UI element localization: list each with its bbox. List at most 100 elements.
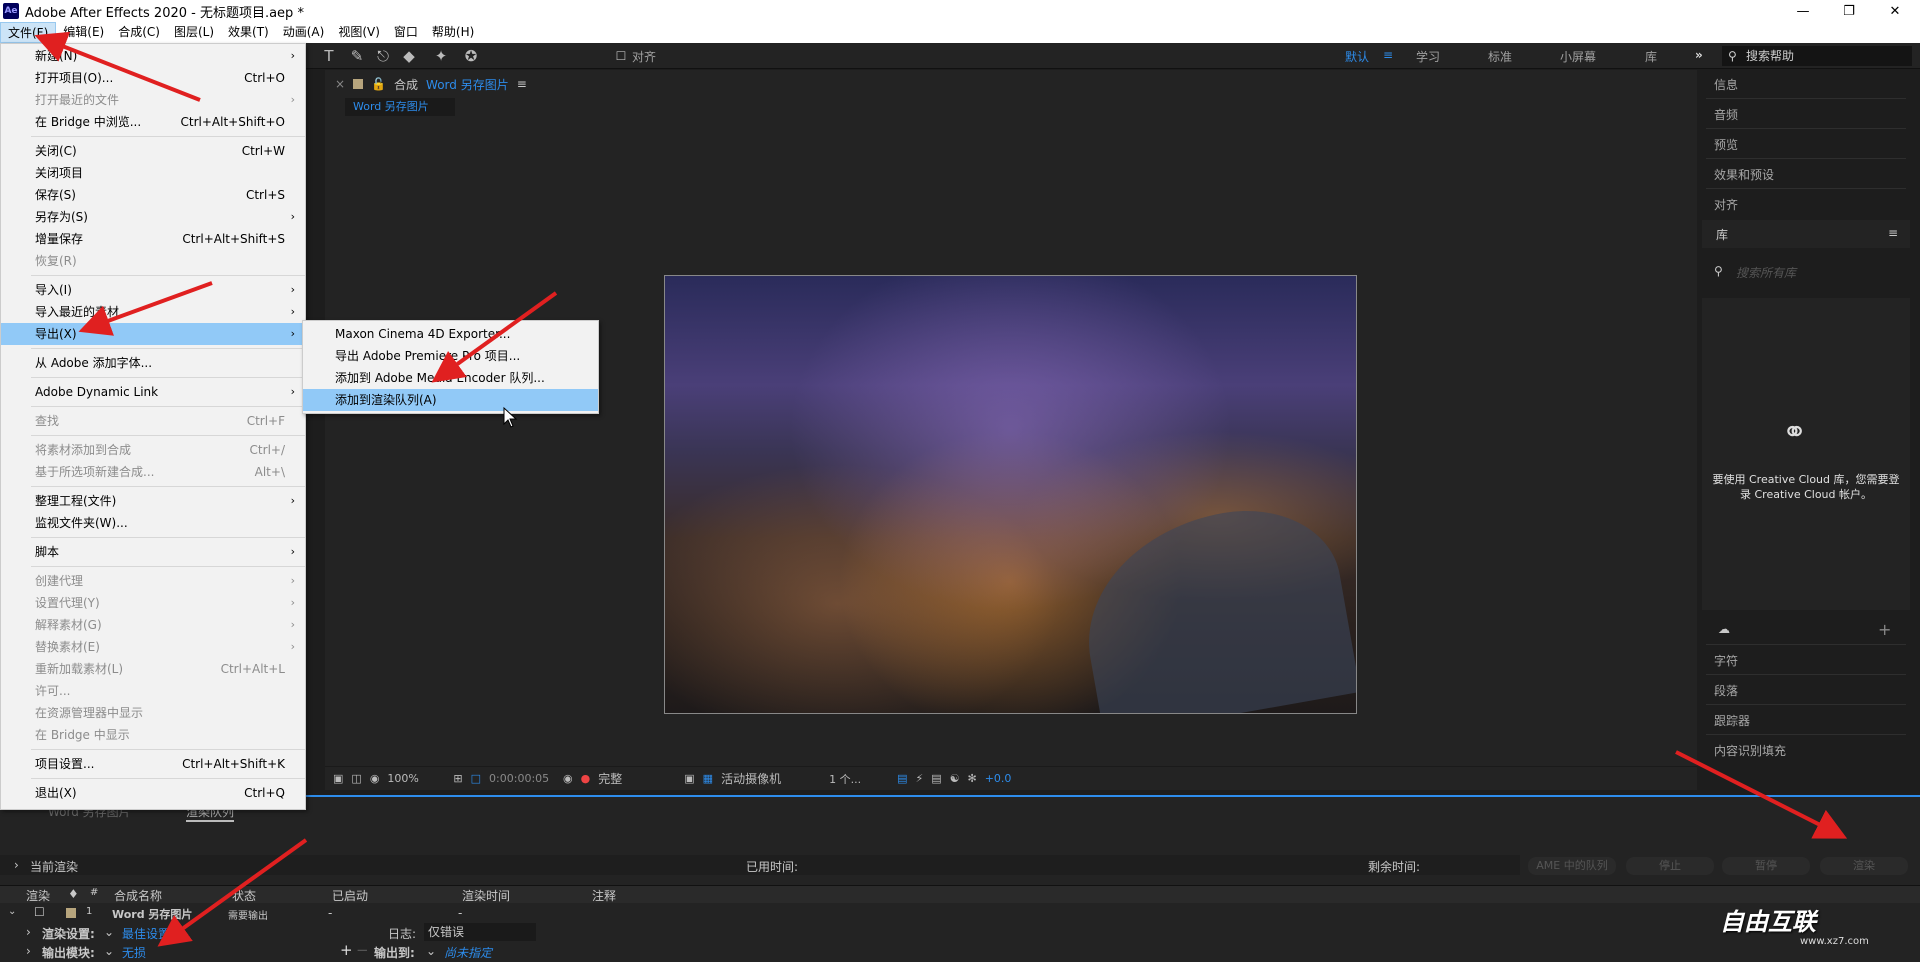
dropdown-icon[interactable]: ⌄: [104, 944, 114, 958]
menu-item[interactable]: 项目设置... Ctrl+Alt+Shift+K: [1, 753, 305, 775]
region-icon[interactable]: ⊞: [453, 772, 462, 785]
workspace-item[interactable]: 小屏幕: [1560, 48, 1596, 65]
flowchart-icon[interactable]: ☯: [950, 772, 960, 785]
render-button[interactable]: 渲染: [1820, 857, 1908, 875]
menu-item[interactable]: 替换素材(E) ›: [1, 636, 305, 658]
toggle-view-icon[interactable]: ▤: [897, 772, 907, 785]
mask-icon[interactable]: ◉: [370, 772, 380, 785]
resolution-select[interactable]: 完整: [598, 770, 676, 787]
log-select[interactable]: 仅错误: [424, 923, 536, 941]
menu-item[interactable]: 文件(F): [0, 22, 57, 43]
menu-item[interactable]: 许可...: [1, 680, 305, 702]
menu-item[interactable]: 重新加载素材(L) Ctrl+Alt+L: [1, 658, 305, 680]
tag-icon[interactable]: ♦: [68, 887, 79, 901]
close-button[interactable]: ✕: [1872, 0, 1918, 22]
menu-item[interactable]: 视图(V): [331, 22, 387, 43]
col-render[interactable]: 渲染: [26, 887, 50, 904]
timecode[interactable]: 0:00:00:05: [489, 772, 555, 785]
dropdown-icon[interactable]: ⌄: [104, 925, 114, 939]
menu-item[interactable]: 监视文件夹(W)...: [1, 512, 305, 534]
menu-item[interactable]: 查找 Ctrl+F: [1, 410, 305, 432]
menu-item[interactable]: 窗口: [387, 22, 425, 43]
menu-item[interactable]: 解释素材(G) ›: [1, 614, 305, 636]
queue-row[interactable]: ⌄ ☐ 1 Word 另存图片 需要输出 - -: [0, 905, 1920, 923]
menu-item[interactable]: 打开最近的文件 ›: [1, 89, 305, 111]
roto-brush-icon[interactable]: ✦: [432, 47, 450, 65]
menu-item[interactable]: 添加到 Adobe Media Encoder 队列...: [303, 367, 598, 389]
fast-preview-icon[interactable]: ⚡: [915, 772, 923, 785]
puppet-pin-icon[interactable]: ✪: [462, 47, 480, 65]
pause-button[interactable]: 暂停: [1722, 857, 1810, 875]
workspace-item[interactable]: 学习: [1416, 48, 1440, 65]
checkerboard-icon[interactable]: ▦: [703, 772, 713, 785]
menu-item[interactable]: 设置代理(Y) ›: [1, 592, 305, 614]
exposure-value[interactable]: +0.0: [985, 772, 1012, 785]
menu-item[interactable]: 新建(N) ›: [1, 45, 305, 67]
menu-item[interactable]: 在 Bridge 中显示: [1, 724, 305, 746]
panel-effects-presets[interactable]: 效果和预设: [1714, 166, 1774, 183]
snap-checkbox[interactable]: ☐: [612, 47, 630, 65]
menu-item[interactable]: 创建代理 ›: [1, 570, 305, 592]
col-index[interactable]: #: [90, 887, 98, 898]
roi-icon[interactable]: ▣: [684, 772, 694, 785]
current-render-toggle[interactable]: ›: [14, 858, 19, 872]
output-to-link[interactable]: 尚未指定: [444, 944, 492, 961]
menu-item[interactable]: 编辑(E): [56, 22, 111, 43]
menu-item[interactable]: 退出(X) Ctrl+Q: [1, 782, 305, 804]
panel-align[interactable]: 对齐: [1714, 196, 1738, 213]
zoom-select[interactable]: 100%: [387, 772, 445, 785]
menu-item[interactable]: 导入最近的素材 ›: [1, 301, 305, 323]
lock-icon[interactable]: 🔓: [371, 77, 386, 91]
expand-icon[interactable]: ›: [26, 944, 31, 958]
panel-character[interactable]: 字符: [1714, 652, 1738, 669]
cloud-sync-icon[interactable]: ☁: [1718, 622, 1730, 636]
eraser-tool-icon[interactable]: ◆: [400, 47, 418, 65]
menu-item[interactable]: 关闭(C) Ctrl+W: [1, 140, 305, 162]
exposure-icon[interactable]: ✻: [968, 772, 977, 785]
menu-item[interactable]: 导出(X) ›: [1, 323, 305, 345]
menu-item[interactable]: 整理工程(文件) ›: [1, 490, 305, 512]
search-help-input[interactable]: ⚲ 搜索帮助: [1722, 46, 1912, 66]
workspace-item[interactable]: 标准: [1488, 48, 1512, 65]
col-render-time[interactable]: 渲染时间: [462, 887, 510, 904]
menu-item[interactable]: 从 Adobe 添加字体...: [1, 352, 305, 374]
panel-menu-icon[interactable]: ≡: [1888, 226, 1898, 240]
text-tool-icon[interactable]: T: [320, 47, 338, 65]
workspace-more-button[interactable]: »: [1695, 48, 1703, 62]
workspace-menu-icon[interactable]: ≡: [1383, 48, 1393, 62]
menu-item[interactable]: Maxon Cinema 4D Exporter...: [303, 323, 598, 345]
clone-stamp-icon[interactable]: ⎋: [374, 47, 392, 65]
col-comp-name[interactable]: 合成名称: [114, 887, 162, 904]
workspace-item[interactable]: 库: [1645, 48, 1657, 65]
panel-tracker[interactable]: 跟踪器: [1714, 712, 1750, 729]
composition-tab[interactable]: × 🔓 合成 Word 另存图片 ≡: [335, 74, 527, 94]
timeline-icon[interactable]: ▤: [931, 772, 941, 785]
channel-icon[interactable]: ●: [581, 772, 591, 785]
output-module-link[interactable]: 无损: [122, 944, 146, 961]
views-select[interactable]: 1 个...: [829, 771, 889, 787]
panel-menu-icon[interactable]: ≡: [517, 77, 527, 91]
render-settings-link[interactable]: 最佳设置: [122, 925, 170, 942]
restore-button[interactable]: ❐: [1826, 0, 1872, 22]
menu-item[interactable]: 合成(C): [111, 22, 167, 43]
expand-icon[interactable]: ›: [26, 925, 31, 939]
menu-item[interactable]: 另存为(S) ›: [1, 206, 305, 228]
render-checkbox[interactable]: ☐: [34, 905, 45, 919]
menu-item[interactable]: 帮助(H): [425, 22, 481, 43]
panel-content-aware-fill[interactable]: 内容识别填充: [1714, 742, 1786, 759]
composition-viewer[interactable]: [325, 120, 1697, 766]
menu-item[interactable]: 关闭项目: [1, 162, 305, 184]
close-tab-icon[interactable]: ×: [335, 77, 345, 91]
monitor-icon[interactable]: ◫: [351, 772, 361, 785]
ame-queue-button[interactable]: AME 中的队列: [1528, 857, 1616, 875]
menu-item[interactable]: 脚本 ›: [1, 541, 305, 563]
add-icon[interactable]: +: [1878, 620, 1891, 639]
menu-item[interactable]: 将素材添加到合成 Ctrl+/: [1, 439, 305, 461]
menu-item[interactable]: 基于所选项新建合成... Alt+\: [1, 461, 305, 483]
panel-audio[interactable]: 音频: [1714, 106, 1738, 123]
menu-item[interactable]: 添加到渲染队列(A): [303, 389, 598, 411]
menu-item[interactable]: 图层(L): [167, 22, 221, 43]
panel-preview[interactable]: 预览: [1714, 136, 1738, 153]
panel-info[interactable]: 信息: [1714, 76, 1738, 93]
menu-item[interactable]: 在 Bridge 中浏览... Ctrl+Alt+Shift+O: [1, 111, 305, 133]
